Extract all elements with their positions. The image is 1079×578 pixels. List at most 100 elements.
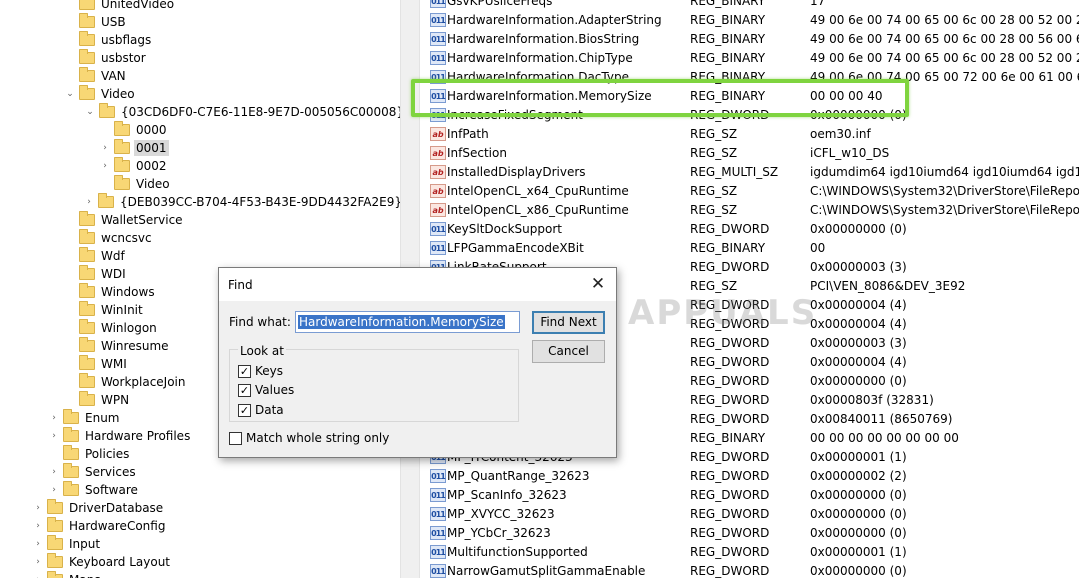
chevron-right-icon[interactable]: › — [33, 517, 43, 535]
tree-node-label: WinInit — [101, 303, 143, 317]
tree-node[interactable]: usbstor — [65, 49, 148, 67]
chevron-down-icon[interactable]: ⌄ — [65, 85, 75, 103]
value-row[interactable]: ab InfPath REG_SZ oem30.inf — [420, 124, 1079, 143]
tree-node[interactable]: ⌄ Video — [65, 85, 137, 103]
values-checkbox[interactable]: ✓ Values — [238, 383, 294, 397]
tree-node[interactable]: WorkplaceJoin — [65, 373, 188, 391]
tree-node[interactable]: WPN — [65, 391, 131, 409]
value-data: iCFL_w10_DS — [810, 145, 890, 160]
value-type: REG_DWORD — [690, 335, 770, 350]
value-row[interactable]: 011 MP_ScanInfo_32623 REG_DWORD 0x00000000 … — [420, 485, 1079, 504]
dialog-titlebar[interactable]: Find ✕ — [219, 268, 616, 301]
value-data: 0x00000000 (0) — [810, 487, 907, 502]
value-row[interactable]: 011 LFPGammaEncodeXBit REG_BINARY 00 — [420, 238, 1079, 257]
tree-node[interactable]: ⌄ {03CD6DF0-C7E6-11E8-9E7D-005056C00008} — [85, 103, 400, 121]
find-next-button[interactable]: Find Next — [532, 311, 605, 334]
tree-node[interactable]: Video — [100, 175, 172, 193]
find-dialog: Find ✕ Find what: HardwareInformation.Me… — [218, 267, 617, 458]
value-row[interactable]: 011 HardwareInformation.ChipType REG_BINAR… — [420, 48, 1079, 67]
value-row[interactable]: 011 GsvKPUsliceFreqs REG_BINARY 17 — [420, 0, 1079, 10]
tree-node[interactable]: › Services — [49, 463, 138, 481]
value-row[interactable]: 011 HardwareInformation.BiosString REG_BIN… — [420, 29, 1079, 48]
folder-icon — [63, 427, 79, 442]
chevron-right-icon[interactable]: › — [49, 481, 59, 499]
tree-node[interactable]: Policies — [49, 445, 131, 463]
check-icon[interactable]: ✓ — [238, 364, 251, 378]
tree-node[interactable]: wcncsvc — [65, 229, 154, 247]
tree-node[interactable]: › Hardware Profiles — [49, 427, 192, 445]
value-data: 49 00 6e 00 74 00 65 00 6c 00 28 00 52 0… — [810, 50, 1079, 65]
tree-node[interactable]: 0000 — [100, 121, 169, 139]
value-data: 0x00000000 (0) — [810, 525, 907, 540]
keys-checkbox[interactable]: ✓ Keys — [238, 364, 283, 378]
chevron-right-icon[interactable]: › — [49, 409, 59, 427]
find-what-input[interactable]: HardwareInformation.MemorySize — [295, 311, 520, 333]
folder-icon — [79, 301, 95, 316]
folder-icon — [47, 499, 63, 514]
chevron-right-icon[interactable]: › — [33, 553, 43, 571]
folder-icon — [114, 157, 130, 172]
value-row[interactable]: ab IntelOpenCL_x64_CpuRuntime REG_SZ C:\WIN… — [420, 181, 1079, 200]
chevron-down-icon[interactable]: ⌄ — [85, 103, 95, 121]
check-icon[interactable]: ✓ — [238, 383, 251, 397]
tree-node-label: Hardware Profiles — [85, 429, 191, 443]
value-data: 0x00000001 (1) — [810, 449, 907, 464]
data-checkbox[interactable]: ✓ Data — [238, 403, 284, 417]
value-type: REG_SZ — [690, 278, 738, 293]
tree-node[interactable]: › Input — [33, 535, 102, 553]
value-type: REG_BINARY — [690, 12, 766, 27]
chevron-right-icon[interactable]: › — [100, 157, 110, 175]
match-whole-checkbox[interactable]: Match whole string only — [229, 431, 389, 445]
close-icon[interactable]: ✕ — [580, 268, 616, 301]
chevron-right-icon[interactable]: › — [49, 427, 59, 445]
tree-node[interactable]: VAN — [65, 67, 128, 85]
value-row[interactable]: ab InfSection REG_SZ iCFL_w10_DS — [420, 143, 1079, 162]
value-row[interactable]: 011 MultifunctionSupported REG_DWORD 0x0000… — [420, 542, 1079, 561]
tree-node[interactable]: UnitedVideo — [65, 0, 176, 13]
check-icon[interactable]: ✓ — [238, 403, 251, 417]
value-type: REG_SZ — [690, 202, 738, 217]
value-row[interactable]: 011 NarrowGamutSplitGammaEnable REG_DWORD 0… — [420, 561, 1079, 578]
chevron-right-icon[interactable]: › — [33, 535, 43, 553]
tree-node[interactable]: › 0002 — [100, 157, 169, 175]
chevron-right-icon[interactable]: › — [100, 139, 110, 157]
cancel-button[interactable]: Cancel — [532, 340, 605, 363]
value-row[interactable]: 011 MP_XVYCC_32623 REG_DWORD 0x00000000 (0) — [420, 504, 1079, 523]
chevron-right-icon[interactable]: › — [49, 463, 59, 481]
value-data: 0x00000002 (2) — [810, 468, 907, 483]
folder-icon — [79, 0, 95, 10]
tree-node[interactable]: Winresume — [65, 337, 171, 355]
tree-node[interactable]: › Software — [49, 481, 140, 499]
tree-node[interactable]: › 0001 — [100, 139, 169, 157]
folder-icon — [79, 391, 95, 406]
string-value-icon: ab — [430, 164, 446, 179]
value-row[interactable]: ab IntelOpenCL_x86_CpuRuntime REG_SZ C:\WIN… — [420, 200, 1079, 219]
tree-node[interactable]: › HardwareConfig — [33, 517, 167, 535]
tree-node[interactable]: WinInit — [65, 301, 145, 319]
tree-node[interactable]: usbflags — [65, 31, 153, 49]
value-type: REG_SZ — [690, 126, 738, 141]
tree-node[interactable]: WMI — [65, 355, 129, 373]
value-row[interactable]: 011 HardwareInformation.AdapterString REG_… — [420, 10, 1079, 29]
tree-node[interactable]: Winlogon — [65, 319, 159, 337]
value-row[interactable]: 011 MP_QuantRange_32623 REG_DWORD 0x0000000… — [420, 466, 1079, 485]
check-icon[interactable] — [229, 431, 242, 445]
tree-node[interactable]: › DriverDatabase — [33, 499, 165, 517]
value-row[interactable]: 011 MP_YCbCr_32623 REG_DWORD 0x00000000 (0) — [420, 523, 1079, 542]
tree-node[interactable]: WDI — [65, 265, 128, 283]
highlight-box — [411, 79, 909, 117]
chevron-right-icon[interactable]: › — [33, 571, 43, 578]
chevron-right-icon[interactable]: › — [84, 193, 94, 211]
tree-node[interactable]: USB — [65, 13, 128, 31]
tree-node[interactable]: › Maps — [33, 571, 103, 578]
tree-node[interactable]: › Enum — [49, 409, 121, 427]
value-row[interactable]: 011 KeySltDockSupport REG_DWORD 0x00000000 … — [420, 219, 1079, 238]
tree-node[interactable]: Wdf — [65, 247, 127, 265]
value-row[interactable]: ab InstalledDisplayDrivers REG_MULTI_SZ igd… — [420, 162, 1079, 181]
tree-node[interactable]: Windows — [65, 283, 157, 301]
chevron-right-icon[interactable]: › — [33, 499, 43, 517]
tree-node[interactable]: WalletService — [65, 211, 185, 229]
tree-node[interactable]: › Keyboard Layout — [33, 553, 172, 571]
tree-node[interactable]: › {DEB039CC-B704-4F53-B43E-9DD4432FA2E9} — [84, 193, 400, 211]
